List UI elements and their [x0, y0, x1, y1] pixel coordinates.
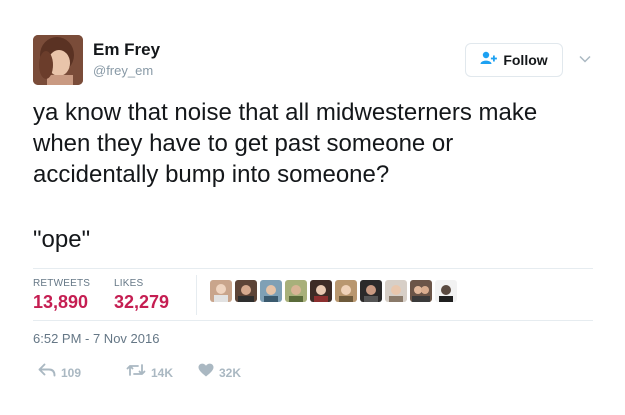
- liker-avatar[interactable]: [410, 280, 432, 302]
- likes-count[interactable]: 32,279: [114, 292, 169, 313]
- liker-avatar[interactable]: [235, 280, 257, 302]
- retweet-count: 14K: [151, 365, 174, 380]
- chevron-down-icon[interactable]: [579, 50, 591, 68]
- liker-avatars: [210, 280, 457, 302]
- liker-avatar[interactable]: [385, 280, 407, 302]
- retweets-count[interactable]: 13,890: [33, 292, 88, 313]
- heart-icon: [198, 363, 214, 382]
- tweet-timestamp[interactable]: 6:52 PM - 7 Nov 2016: [33, 331, 159, 346]
- tweet-text-line: accidentally bump into someone?: [33, 161, 390, 188]
- tweet-text-line: when they have to get past someone or: [33, 130, 454, 157]
- liker-avatar[interactable]: [285, 280, 307, 302]
- tweet-text: ya know that noise that all midwesterner…: [33, 97, 608, 190]
- liker-avatar[interactable]: [260, 280, 282, 302]
- liker-avatar[interactable]: [435, 280, 457, 302]
- reply-count: 109: [61, 365, 82, 380]
- retweet-button[interactable]: 14K: [126, 363, 173, 382]
- retweet-icon: [126, 363, 146, 382]
- author-name[interactable]: Em Frey: [93, 40, 160, 60]
- like-count: 32K: [219, 365, 242, 380]
- like-button[interactable]: 32K: [198, 363, 241, 382]
- reply-button[interactable]: 109: [38, 363, 81, 382]
- liker-avatar[interactable]: [310, 280, 332, 302]
- tweet-text-line: ya know that noise that all midwesterner…: [33, 99, 538, 126]
- reply-icon: [38, 363, 56, 382]
- author-handle[interactable]: @frey_em: [93, 63, 153, 78]
- author-avatar[interactable]: [33, 35, 83, 85]
- divider: [33, 320, 593, 321]
- add-user-icon: [480, 51, 498, 70]
- divider: [33, 268, 593, 269]
- liker-avatar[interactable]: [360, 280, 382, 302]
- likes-label[interactable]: LIKES: [114, 278, 143, 289]
- stats-separator: [196, 275, 197, 315]
- liker-avatar[interactable]: [335, 280, 357, 302]
- follow-label: Follow: [503, 52, 548, 68]
- liker-avatar[interactable]: [210, 280, 232, 302]
- follow-button[interactable]: Follow: [465, 43, 563, 77]
- retweets-label[interactable]: RETWEETS: [33, 278, 90, 289]
- tweet-quote: "ope": [33, 226, 91, 253]
